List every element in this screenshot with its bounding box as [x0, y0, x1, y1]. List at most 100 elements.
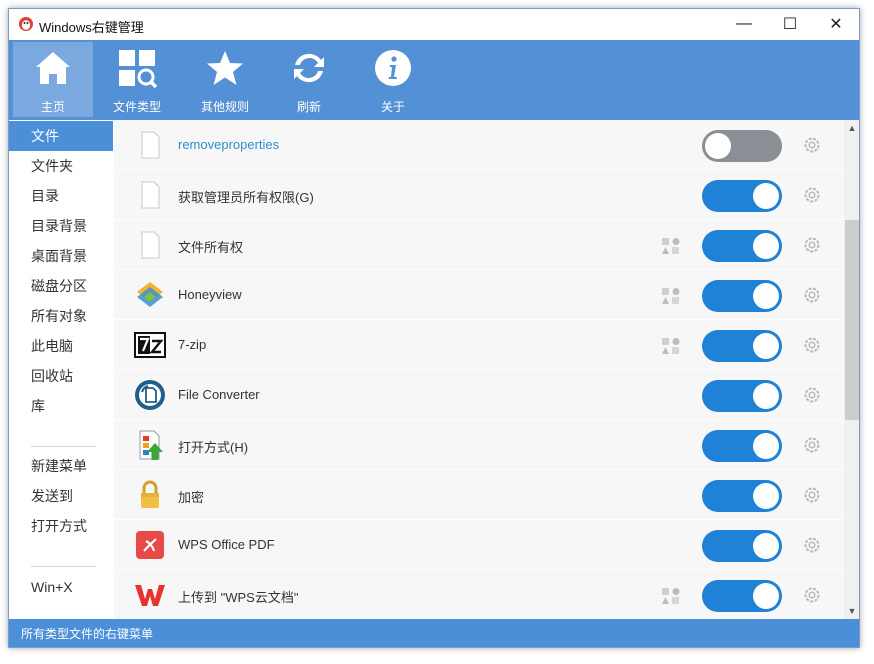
- gear-icon[interactable]: [802, 135, 822, 155]
- window-title: Windows右键管理: [39, 20, 144, 35]
- minimize-button[interactable]: —: [721, 9, 767, 39]
- honeyview-icon: [137, 282, 163, 307]
- list-item: 打开方式(H): [114, 420, 844, 470]
- wps-pdf-icon: [136, 531, 164, 559]
- gear-icon[interactable]: [802, 185, 822, 205]
- toggle-knob: [753, 233, 779, 259]
- title-bar: Windows右键管理 — ☐ ✕: [9, 9, 859, 39]
- scroll-thumb[interactable]: [845, 220, 859, 420]
- maximize-button[interactable]: ☐: [767, 9, 813, 39]
- sidebar-divider: [31, 446, 96, 447]
- sidebar-item-send-to[interactable]: 发送到: [9, 481, 113, 511]
- entry-label: 获取管理员所有权限(G): [178, 190, 314, 205]
- grid-search-icon: [119, 50, 157, 88]
- gear-icon[interactable]: [802, 435, 822, 455]
- entry-toggle[interactable]: [702, 530, 782, 562]
- entry-label: 打开方式(H): [178, 440, 249, 455]
- gear-icon[interactable]: [802, 335, 822, 355]
- sidebar-item-directory-background[interactable]: 目录背景: [9, 211, 113, 241]
- entry-toggle[interactable]: [702, 230, 782, 262]
- sidebar-item-folder[interactable]: 文件夹: [9, 151, 113, 181]
- open-with-icon: [139, 430, 163, 460]
- toolbar-home-button[interactable]: 主页: [13, 42, 93, 117]
- entry-label: File Converter: [178, 387, 260, 402]
- entry-label: WPS Office PDF: [178, 537, 275, 552]
- entry-toggle[interactable]: [702, 380, 782, 412]
- gear-icon[interactable]: [802, 235, 822, 255]
- shapes-icon[interactable]: [661, 337, 681, 355]
- scroll-up-arrow[interactable]: ▲: [844, 120, 859, 136]
- toolbar-refresh-label: 刷新: [296, 100, 321, 114]
- blank-file-icon: [141, 131, 160, 159]
- toggle-knob: [753, 433, 779, 459]
- list-item: 加密: [114, 470, 844, 520]
- entry-toggle[interactable]: [702, 580, 782, 612]
- gear-icon[interactable]: [802, 285, 822, 305]
- star-icon: [207, 51, 243, 85]
- shapes-icon[interactable]: [661, 237, 681, 255]
- entry-toggle[interactable]: [702, 130, 782, 162]
- close-button[interactable]: ✕: [813, 9, 859, 39]
- scroll-down-arrow[interactable]: ▼: [844, 603, 859, 619]
- toggle-knob: [705, 133, 731, 159]
- toolbar-file-types-button[interactable]: 文件类型: [97, 42, 177, 117]
- shapes-icon[interactable]: [661, 587, 681, 605]
- status-bar: 所有类型文件的右键菜单: [9, 619, 859, 647]
- toggle-knob: [753, 333, 779, 359]
- entry-toggle[interactable]: [702, 430, 782, 462]
- list-item: 上传到 "WPS云文档": [114, 570, 844, 619]
- list-item: 文件所有权: [114, 220, 844, 270]
- shapes-icon[interactable]: [661, 287, 681, 305]
- list-item: removeproperties: [114, 120, 844, 170]
- gear-icon[interactable]: [802, 385, 822, 405]
- sidebar-item-win-x[interactable]: Win+X: [9, 572, 113, 602]
- sidebar-item-file[interactable]: 文件: [9, 121, 113, 151]
- toolbar-refresh-button[interactable]: 刷新: [269, 42, 349, 117]
- entry-toggle[interactable]: [702, 280, 782, 312]
- lock-icon: [141, 480, 159, 508]
- entry-toggle[interactable]: [702, 330, 782, 362]
- toolbar-file-types-label: 文件类型: [112, 100, 161, 114]
- sidebar-item-this-pc[interactable]: 此电脑: [9, 331, 113, 361]
- toggle-knob: [753, 383, 779, 409]
- sidebar-divider: [31, 566, 96, 567]
- toggle-knob: [753, 533, 779, 559]
- sidebar-item-new-menu[interactable]: 新建菜单: [9, 451, 113, 481]
- list-item: Honeyview: [114, 270, 844, 320]
- entry-label: 加密: [178, 490, 205, 505]
- toolbar-other-rules-button[interactable]: 其他规则: [185, 42, 265, 117]
- toggle-knob: [753, 283, 779, 309]
- sidebar-item-all-objects[interactable]: 所有对象: [9, 301, 113, 331]
- entry-toggle[interactable]: [702, 180, 782, 212]
- refresh-icon: [294, 53, 324, 83]
- list-item: WPS Office PDF: [114, 520, 844, 570]
- gear-icon[interactable]: [802, 535, 822, 555]
- list-item: 7-zip: [114, 320, 844, 370]
- sidebar-item-desktop-background[interactable]: 桌面背景: [9, 241, 113, 271]
- file-converter-icon: [135, 380, 165, 410]
- blank-file-icon: [141, 231, 160, 259]
- entry-toggle[interactable]: [702, 480, 782, 512]
- toolbar-about-button[interactable]: 关于: [353, 42, 433, 117]
- entry-label: 上传到 "WPS云文档": [178, 590, 299, 605]
- list-item: File Converter: [114, 370, 844, 420]
- gear-icon[interactable]: [802, 585, 822, 605]
- entry-label: Honeyview: [178, 287, 242, 302]
- sidebar-item-recycle-bin[interactable]: 回收站: [9, 361, 113, 391]
- app-logo-icon: [19, 17, 33, 31]
- info-icon: [375, 50, 411, 86]
- toolbar-home-label: 主页: [40, 100, 65, 114]
- toggle-knob: [753, 183, 779, 209]
- entry-label: removeproperties: [178, 137, 280, 152]
- sidebar-item-drive[interactable]: 磁盘分区: [9, 271, 113, 301]
- sidebar-item-directory[interactable]: 目录: [9, 181, 113, 211]
- sidebar-item-library[interactable]: 库: [9, 391, 113, 421]
- gear-icon[interactable]: [802, 485, 822, 505]
- blank-file-icon: [141, 181, 160, 209]
- toolbar-other-rules-label: 其他规则: [200, 100, 249, 114]
- sidebar-item-open-with[interactable]: 打开方式: [9, 511, 113, 541]
- home-icon: [36, 52, 70, 84]
- toggle-knob: [753, 583, 779, 609]
- vertical-scrollbar[interactable]: ▲ ▼: [844, 120, 859, 619]
- entry-list: removeproperties 获取管理员所有权限(G) 文件所有权 Hone…: [114, 120, 844, 619]
